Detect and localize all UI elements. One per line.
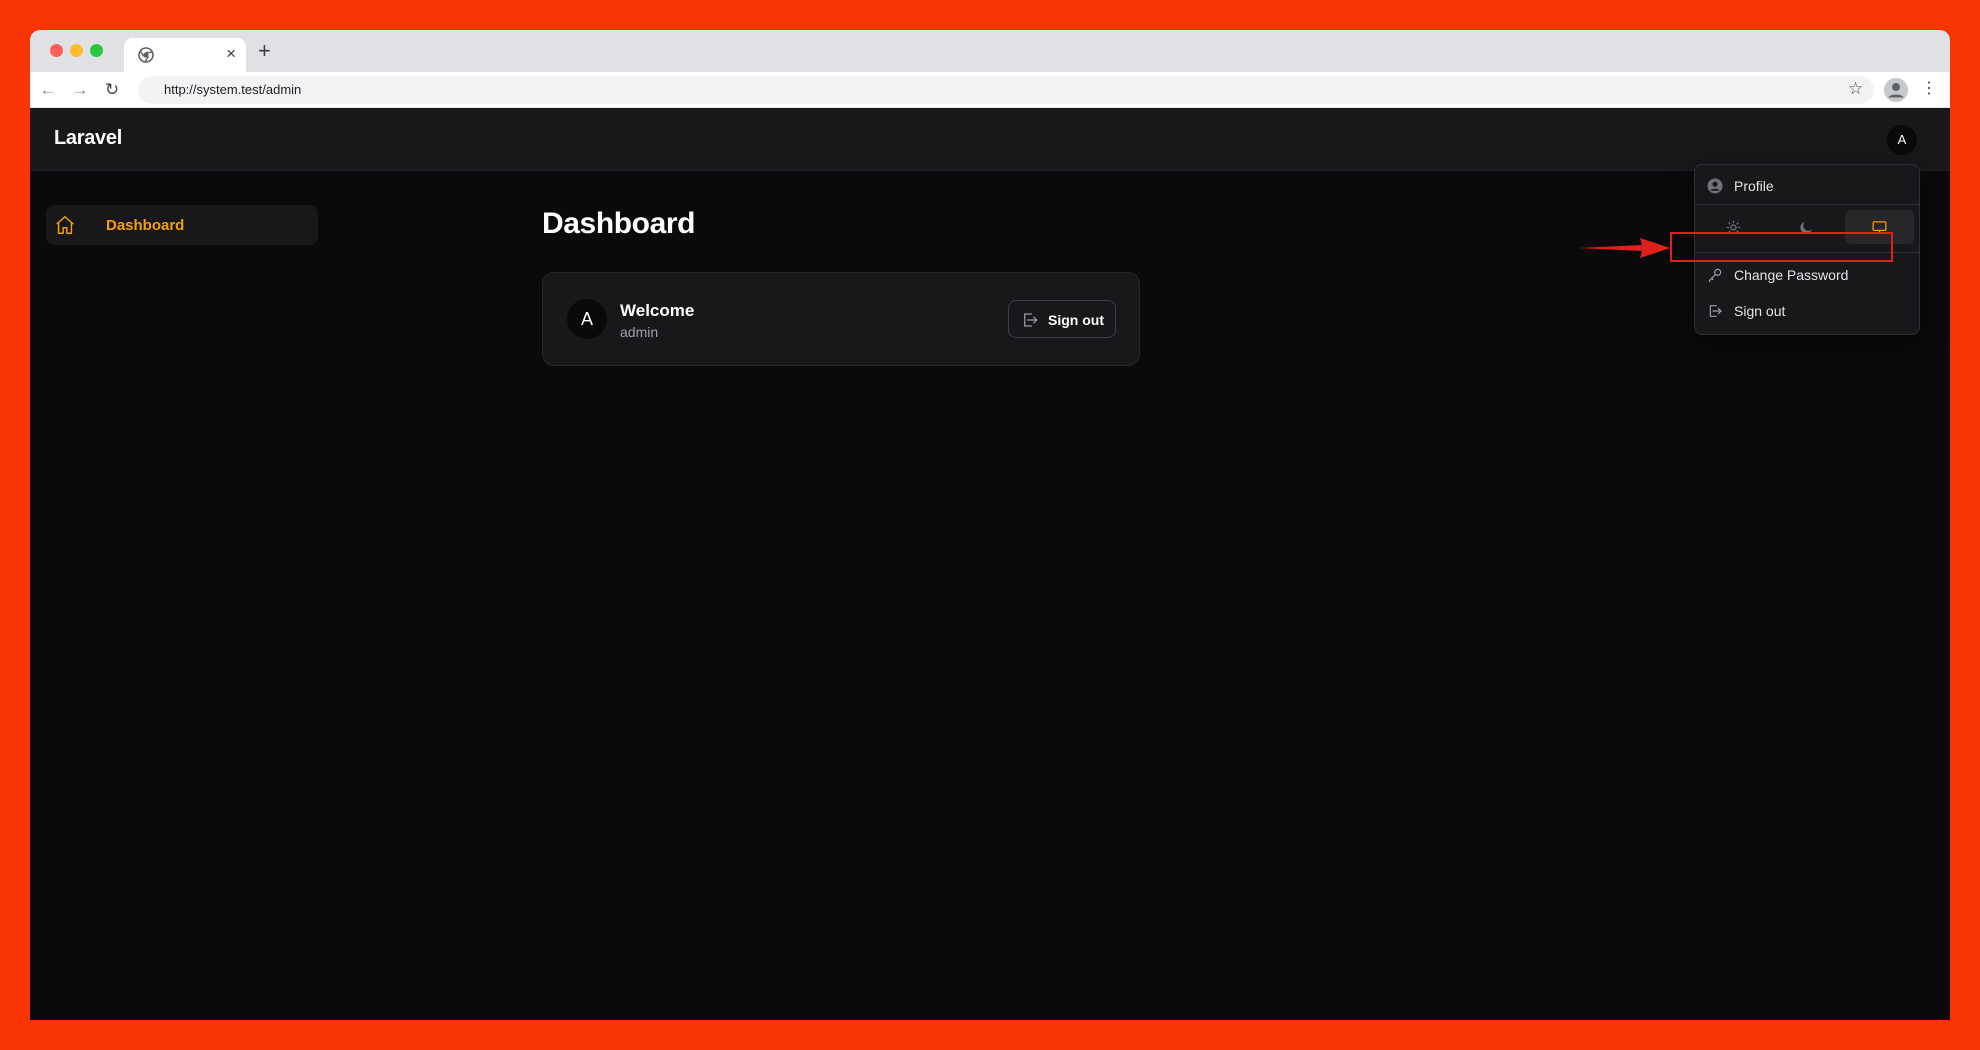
menu-item-label: Change Password xyxy=(1734,267,1849,283)
reload-icon[interactable]: ↻ xyxy=(102,80,122,100)
browser-tab-strip: × + xyxy=(30,30,1950,72)
browser-menu-icon[interactable]: ⋮ xyxy=(1921,79,1937,99)
app-header: Laravel A xyxy=(30,108,1950,171)
back-arrow-icon[interactable]: ← xyxy=(38,80,58,100)
window-minimize-button[interactable] xyxy=(70,44,83,57)
user-avatar-button[interactable]: A xyxy=(1887,125,1917,155)
avatar: A xyxy=(567,299,607,339)
new-tab-button[interactable]: + xyxy=(258,39,271,63)
bookmark-star-icon[interactable]: ☆ xyxy=(1848,79,1863,99)
address-bar[interactable]: http://system.test/admin xyxy=(138,76,1874,104)
menu-item-label: Profile xyxy=(1734,178,1774,194)
welcome-card: A Welcome admin Sign out xyxy=(542,272,1140,366)
address-bar-url[interactable]: http://system.test/admin xyxy=(164,82,301,97)
browser-profile-icon[interactable] xyxy=(1884,78,1908,102)
sidebar-item-dashboard[interactable]: Dashboard xyxy=(46,205,318,245)
chrome-favicon-icon xyxy=(138,47,154,63)
sign-out-icon xyxy=(1024,313,1038,327)
tab-close-icon[interactable]: × xyxy=(226,44,236,64)
window-maximize-button[interactable] xyxy=(90,44,103,57)
browser-tab[interactable]: × xyxy=(124,38,246,72)
home-icon xyxy=(56,216,74,234)
page-title: Dashboard xyxy=(542,207,696,240)
annotation-highlight-box xyxy=(1670,232,1893,262)
menu-item-sign-out[interactable]: Sign out xyxy=(1695,292,1919,328)
sign-out-icon xyxy=(1709,305,1722,317)
sign-out-label: Sign out xyxy=(1048,312,1104,328)
menu-item-profile[interactable]: Profile xyxy=(1695,167,1919,203)
menu-item-label: Sign out xyxy=(1734,303,1786,319)
browser-window: × + ← → ↻ http://system.test/admin ☆ ⋮ L… xyxy=(30,30,1950,1020)
window-close-button[interactable] xyxy=(50,44,63,57)
key-icon xyxy=(1709,268,1722,283)
annotation-arrow-icon xyxy=(1578,238,1670,258)
welcome-username: admin xyxy=(620,324,659,340)
welcome-title: Welcome xyxy=(620,301,695,320)
browser-toolbar: ← → ↻ http://system.test/admin ☆ ⋮ xyxy=(30,72,1950,108)
brand-logo[interactable]: Laravel xyxy=(54,127,122,150)
forward-arrow-icon[interactable]: → xyxy=(70,80,90,100)
sidebar-item-label: Dashboard xyxy=(106,217,185,234)
user-circle-icon xyxy=(1707,178,1723,194)
sign-out-button[interactable]: Sign out xyxy=(1008,300,1116,338)
